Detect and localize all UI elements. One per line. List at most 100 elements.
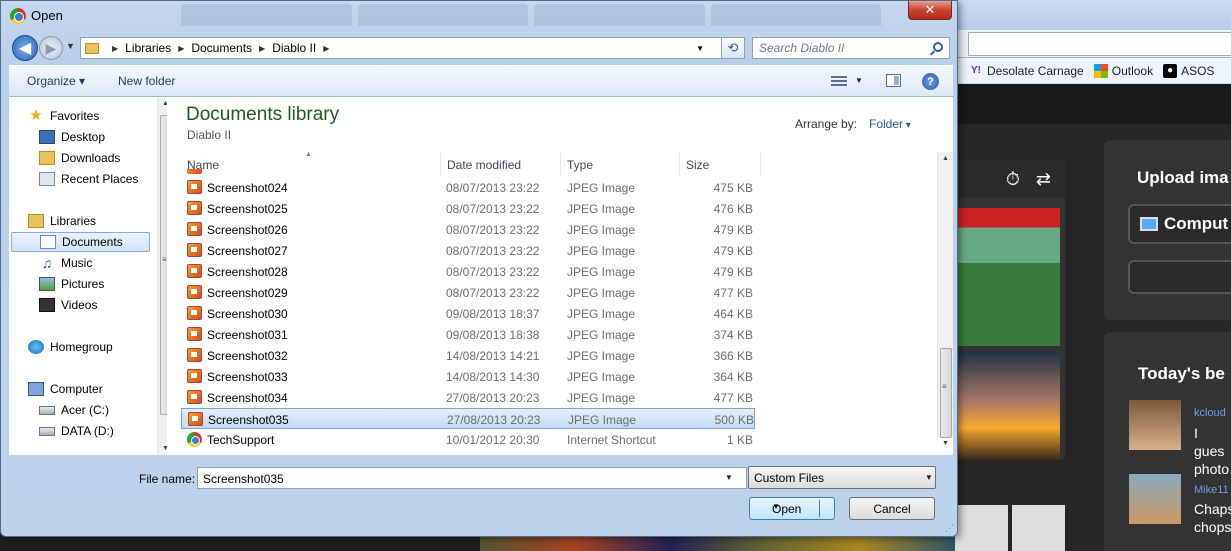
- clock-icon[interactable]: ⏱: [1006, 169, 1020, 190]
- views-icon[interactable]: [831, 74, 847, 88]
- views-dropdown-icon[interactable]: ▼: [855, 76, 863, 85]
- file-size: 464 KB: [713, 307, 753, 321]
- jpeg-file-icon: [187, 390, 202, 404]
- scrollbar-thumb[interactable]: [940, 348, 952, 438]
- thumbnail[interactable]: [955, 505, 1008, 551]
- navigation-row: ◀ ▶ ▼ ▶ Libraries ▶ Documents ▶ Diablo I…: [9, 33, 953, 61]
- file-type: JPEG Image: [567, 202, 636, 216]
- back-button[interactable]: ◀: [12, 35, 38, 61]
- file-date: 27/08/2013 20:23: [446, 391, 540, 405]
- nav-documents[interactable]: Documents: [11, 232, 150, 252]
- chevron-down-icon[interactable]: ▼: [772, 502, 780, 511]
- nav-videos[interactable]: Videos: [39, 295, 97, 315]
- organize-button[interactable]: Organize ▾: [27, 74, 85, 88]
- user-name[interactable]: Mike11: [1194, 484, 1229, 496]
- shuffle-icon[interactable]: ⇄: [1036, 169, 1051, 190]
- file-name: Screenshot028: [207, 265, 288, 279]
- refresh-icon: ⟲: [727, 40, 739, 55]
- file-size: 477 KB: [713, 286, 753, 300]
- nav-music[interactable]: ♫ Music: [39, 253, 93, 273]
- file-type: JPEG Image: [567, 286, 636, 300]
- library-title: Documents library: [186, 104, 340, 125]
- breadcrumb-libraries[interactable]: Libraries: [125, 41, 171, 55]
- search-icon[interactable]: [933, 42, 943, 52]
- videos-icon: [39, 298, 55, 312]
- user-comment-text: I gues photo: [1194, 425, 1230, 477]
- resize-grip-icon[interactable]: ⋰: [945, 523, 954, 534]
- file-row[interactable]: Screenshot025 08/07/2013 23:22 JPEG Image 4…: [181, 198, 941, 219]
- file-row[interactable]: Screenshot024 08/07/2013 23:22 JPEG Image 4…: [181, 177, 941, 198]
- bookmark-asos[interactable]: ● ASOS: [1163, 63, 1214, 78]
- forward-button[interactable]: ▶: [39, 36, 63, 60]
- file-rows: Screenshot024 08/07/2013 23:22 JPEG Image 4…: [181, 177, 941, 450]
- nav-data-drive[interactable]: DATA (D:): [39, 421, 114, 441]
- user-name[interactable]: kcloud: [1194, 407, 1226, 419]
- cancel-button[interactable]: Cancel: [849, 497, 935, 520]
- chevron-right-icon[interactable]: ▶: [112, 44, 118, 53]
- chevron-right-icon[interactable]: ▶: [178, 44, 184, 53]
- refresh-button[interactable]: ⟲: [721, 37, 745, 59]
- nav-desktop[interactable]: Desktop: [39, 127, 105, 147]
- user-avatar[interactable]: [1129, 400, 1181, 450]
- address-bar[interactable]: ▶ Libraries ▶ Documents ▶ Diablo II ▶ ▼: [80, 37, 727, 59]
- nav-computer[interactable]: Computer: [28, 379, 103, 399]
- open-button[interactable]: Open ▼: [749, 497, 835, 520]
- file-row[interactable]: Screenshot033 14/08/2013 14:30 JPEG Image 3…: [181, 366, 941, 387]
- file-type-filter[interactable]: Custom Files: [748, 466, 936, 489]
- new-folder-button[interactable]: New folder: [118, 74, 175, 88]
- file-row[interactable]: Screenshot027 08/07/2013 23:22 JPEG Image 4…: [181, 240, 941, 261]
- nav-acer-drive[interactable]: Acer (C:): [39, 400, 109, 420]
- bookmark-outlook[interactable]: Outlook: [1093, 63, 1153, 78]
- bookmark-desolate-carnage[interactable]: Y! Desolate Carnage: [969, 64, 1084, 78]
- title-bar[interactable]: Open ✕: [1, 1, 957, 31]
- nav-homegroup[interactable]: Homegroup: [28, 337, 113, 357]
- gallery-image-sunset[interactable]: [958, 352, 1060, 460]
- file-row[interactable]: Screenshot026 08/07/2013 23:22 JPEG Image 4…: [181, 219, 941, 240]
- file-row[interactable]: Screenshot029 08/07/2013 23:22 JPEG Image 4…: [181, 282, 941, 303]
- jpeg-file-icon: [187, 243, 202, 257]
- nav-favorites[interactable]: ★ Favorites: [28, 106, 99, 126]
- file-row[interactable]: TechSupport 10/01/2012 20:30 Internet Shor…: [181, 429, 941, 450]
- thumbnail[interactable]: [1012, 505, 1065, 551]
- nav-pictures[interactable]: Pictures: [39, 274, 104, 294]
- windows-icon: [1093, 63, 1108, 78]
- nav-recent-places[interactable]: Recent Places: [39, 169, 138, 189]
- scroll-up-icon[interactable]: ▲: [942, 155, 949, 162]
- nav-libraries[interactable]: Libraries: [28, 211, 96, 231]
- user-avatar[interactable]: [1129, 474, 1181, 524]
- chevron-right-icon[interactable]: ▶: [259, 44, 265, 53]
- file-list-scrollbar[interactable]: ▲ ≡ ▼: [937, 152, 953, 447]
- breadcrumb-diablo[interactable]: Diablo II: [272, 41, 316, 55]
- dialog-title: Open: [31, 8, 63, 23]
- chevron-right-icon[interactable]: ▶: [323, 44, 329, 53]
- jpeg-file-icon: [187, 306, 202, 320]
- search-input[interactable]: Search Diablo II: [752, 37, 950, 59]
- gallery-image-football[interactable]: [958, 208, 1060, 346]
- file-row[interactable]: Screenshot031 09/08/2013 18:38 JPEG Image 3…: [181, 324, 941, 345]
- file-name: Screenshot024: [207, 181, 288, 195]
- upload-url-button[interactable]: [1128, 260, 1231, 294]
- file-row-selected[interactable]: Screenshot035 27/08/2013 20:23 JPEG Image 5…: [181, 408, 755, 429]
- preview-pane-icon[interactable]: [886, 74, 901, 87]
- recent-locations-dropdown[interactable]: ▼: [66, 41, 75, 51]
- file-type: JPEG Image: [567, 328, 636, 342]
- arrange-by-dropdown[interactable]: Folder: [869, 117, 911, 131]
- browser-address-bar[interactable]: [968, 32, 1231, 56]
- file-row[interactable]: Screenshot030 09/08/2013 18:37 JPEG Image 4…: [181, 303, 941, 324]
- file-name-input[interactable]: Screenshot035: [197, 467, 747, 489]
- nav-downloads[interactable]: Downloads: [39, 148, 120, 168]
- file-name: Screenshot027: [207, 244, 288, 258]
- close-button[interactable]: ✕: [908, 1, 952, 20]
- file-row[interactable]: Screenshot034 27/08/2013 20:23 JPEG Image 4…: [181, 387, 941, 408]
- help-icon[interactable]: ?: [922, 73, 939, 90]
- file-date: 09/08/2013 18:37: [446, 307, 540, 321]
- upload-computer-button[interactable]: Comput: [1128, 204, 1231, 244]
- scroll-down-icon[interactable]: ▼: [942, 440, 949, 447]
- file-row[interactable]: Screenshot032 14/08/2013 14:21 JPEG Image 3…: [181, 345, 941, 366]
- breadcrumb-documents[interactable]: Documents: [191, 41, 252, 55]
- file-row[interactable]: Screenshot028 08/07/2013 23:22 JPEG Image 4…: [181, 261, 941, 282]
- chevron-down-icon[interactable]: ▼: [725, 473, 733, 482]
- file-type: JPEG Image: [567, 223, 636, 237]
- chevron-down-icon[interactable]: ▼: [925, 473, 933, 482]
- chevron-down-icon[interactable]: ▼: [696, 44, 704, 53]
